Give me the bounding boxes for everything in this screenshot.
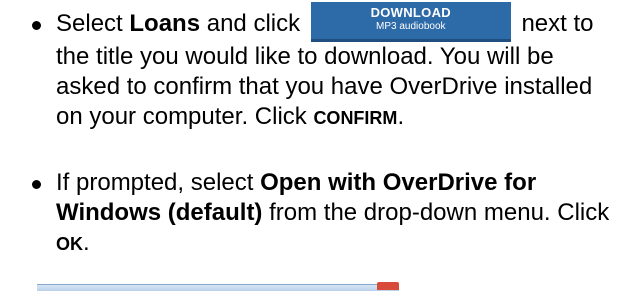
download-button-label: DOWNLOAD	[370, 5, 451, 20]
step1-text-mid: and click	[200, 10, 307, 37]
step2-text-pre: If prompted, select	[56, 169, 261, 196]
loans-label: Loans	[129, 10, 201, 37]
confirm-label: CONFIRM	[313, 108, 398, 128]
download-button-format: MP3 audiobook	[376, 21, 446, 32]
instruction-step-open-with: If prompted, select Open with OverDrive …	[32, 168, 616, 259]
download-mp3-audiobook-button[interactable]: DOWNLOAD MP3 audiobook	[310, 2, 511, 42]
instruction-document: Select Loans and click DOWNLOAD MP3 audio…	[0, 0, 629, 291]
step2-text-mid: from the drop-down menu. Click	[262, 199, 610, 226]
close-icon	[377, 282, 399, 290]
instruction-step-download: Select Loans and click DOWNLOAD MP3 audio…	[32, 2, 616, 133]
step2-text-end: .	[83, 229, 90, 256]
ok-label: OK	[56, 234, 83, 254]
step1-text-pre: Select	[56, 10, 130, 37]
step1-text-end: .	[397, 103, 405, 130]
